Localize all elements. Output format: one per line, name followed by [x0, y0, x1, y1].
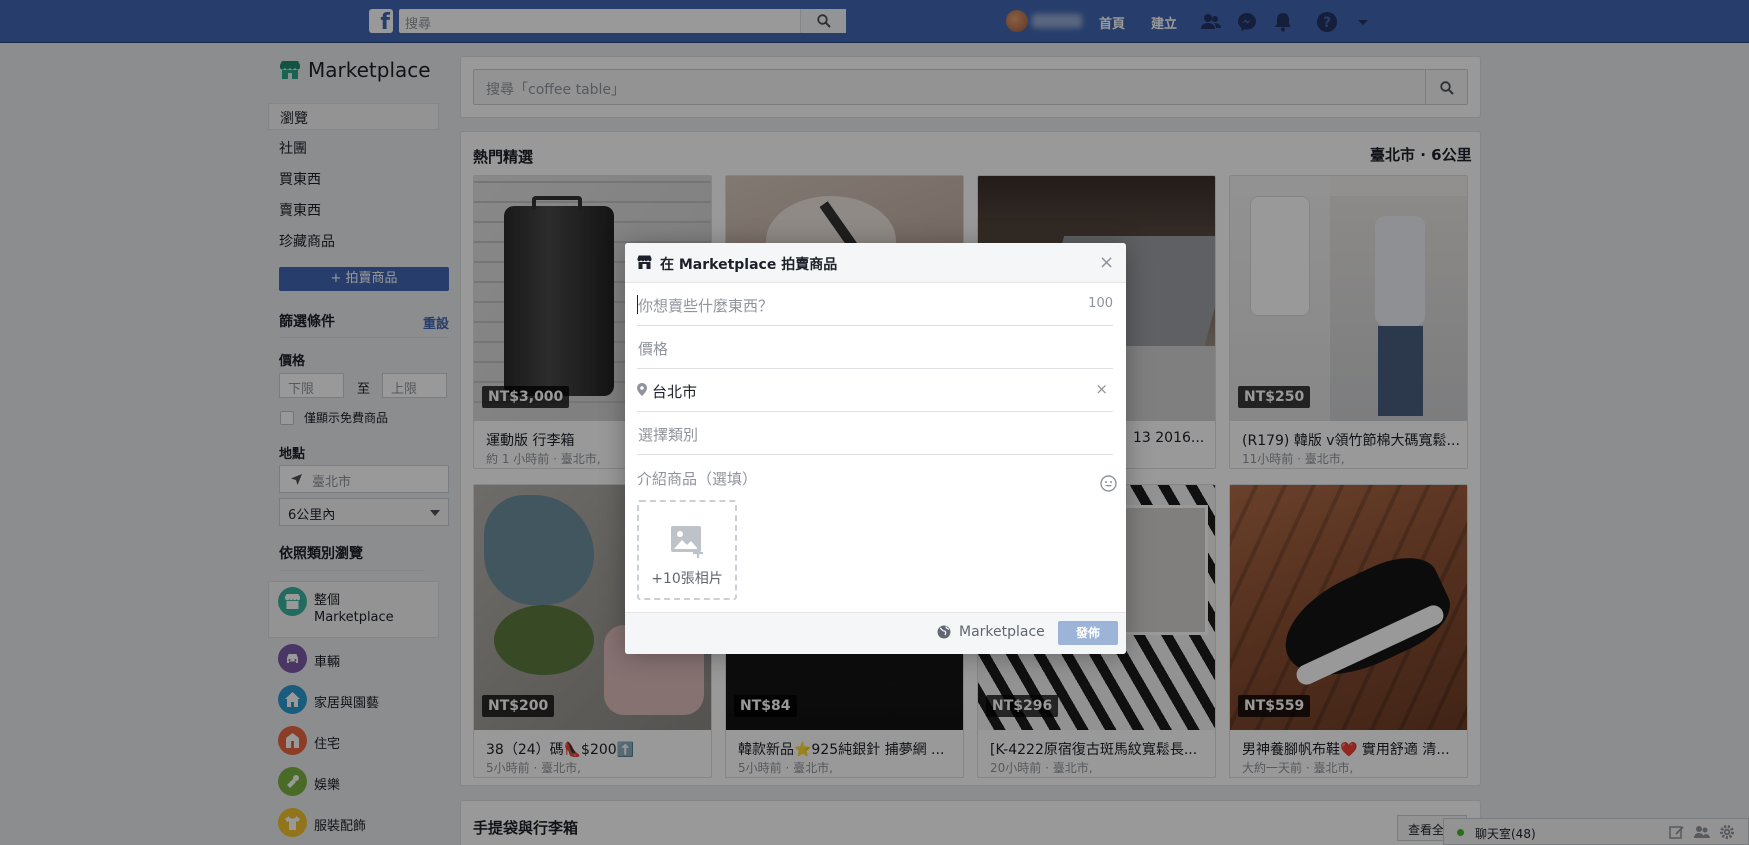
description-field[interactable]: 介紹商品（選填）	[637, 468, 757, 489]
location-pin-icon	[637, 383, 647, 396]
item-title-placeholder: 你想賣些什麼東西？	[638, 297, 774, 315]
sell-item-dialog: 在 Marketplace 拍賣商品 × 你想賣些什麼東西？ 100 價格 台北…	[625, 243, 1126, 654]
price-placeholder: 價格	[638, 340, 669, 358]
clear-location-icon[interactable]: ×	[1095, 380, 1108, 398]
location-value: 台北市	[652, 383, 698, 401]
price-field[interactable]: 價格	[637, 326, 1113, 369]
dialog-footer: Marketplace 發佈	[625, 612, 1126, 654]
location-field[interactable]: 台北市 ×	[637, 369, 1113, 412]
emoji-icon[interactable]	[1100, 475, 1117, 492]
globe-icon	[937, 625, 951, 639]
category-field[interactable]: 選擇類別	[637, 412, 1113, 455]
audience-selector[interactable]: Marketplace	[959, 624, 1045, 640]
dialog-title: 在 Marketplace 拍賣商品	[660, 257, 838, 273]
category-placeholder: 選擇類別	[638, 426, 699, 444]
add-photos-label: +10張相片	[651, 571, 723, 587]
publish-button[interactable]: 發佈	[1058, 621, 1118, 645]
close-icon[interactable]: ×	[1099, 253, 1114, 273]
item-title-field[interactable]: 你想賣些什麼東西？ 100	[637, 283, 1113, 326]
add-photos-button[interactable]: +10張相片	[637, 500, 737, 600]
dialog-header: 在 Marketplace 拍賣商品 ×	[625, 243, 1126, 283]
marketplace-store-icon	[637, 255, 652, 269]
add-photo-icon	[671, 526, 703, 558]
character-counter: 100	[1088, 296, 1113, 311]
